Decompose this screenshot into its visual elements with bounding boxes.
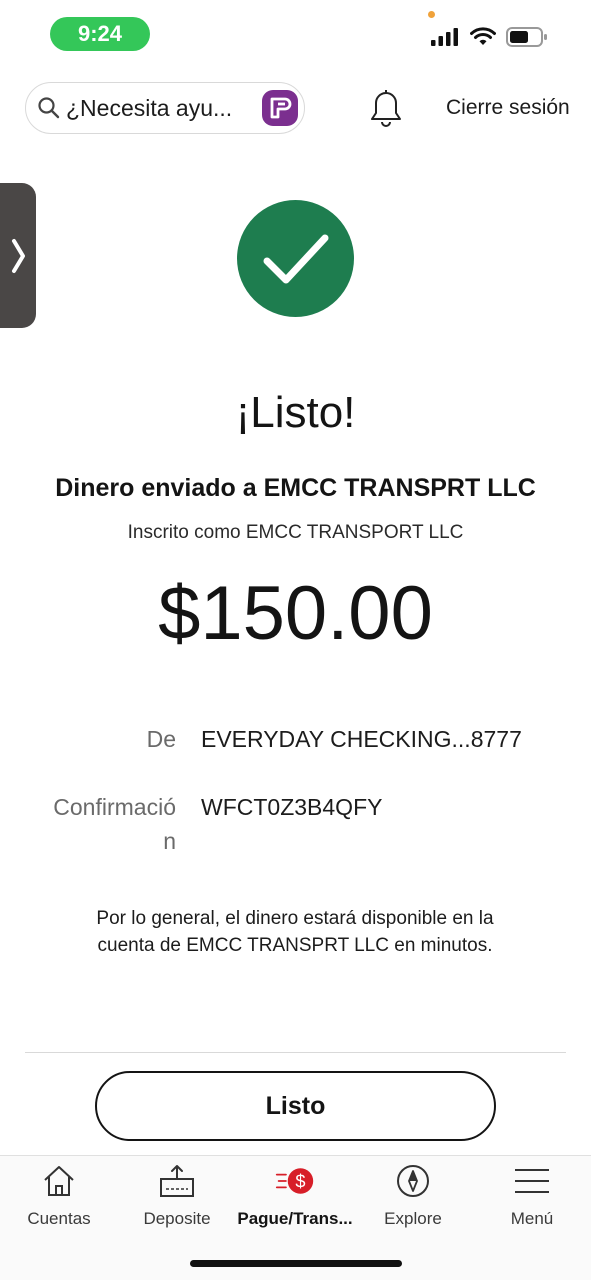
logout-link[interactable]: Cierre sesión (446, 96, 570, 120)
from-label: De (146, 726, 176, 752)
signal-icon (431, 28, 458, 46)
tab-label: Menú (510, 1209, 554, 1228)
home-icon (44, 1166, 74, 1196)
search-placeholder: ¿Necesita ayu... (66, 94, 233, 121)
tab-label: Explore (384, 1209, 442, 1228)
transfer-amount: $150.00 (158, 571, 433, 656)
confirmation-title: ¡Listo! (235, 388, 356, 437)
recipient-heading: Dinero enviado a EMCC TRANSPRT LLC (55, 474, 536, 502)
done-button[interactable]: Listo (95, 1071, 496, 1141)
chevron-right-icon (12, 238, 25, 273)
search-icon (38, 97, 60, 119)
from-account-value: EVERYDAY CHECKING...8777 (201, 726, 522, 752)
tab-pague-transfiera[interactable]: $ Pague/Trans... (236, 1162, 354, 1232)
status-time: 9:24 (50, 17, 150, 51)
menu-icon (515, 1169, 549, 1193)
tab-cuentas[interactable]: Cuentas (0, 1162, 118, 1232)
tab-deposite[interactable]: Deposite (118, 1162, 236, 1232)
battery-icon (506, 27, 547, 47)
tab-label: Cuentas (27, 1209, 91, 1228)
enrolled-as-text: Inscrito como EMCC TRANSPORT LLC (127, 522, 464, 543)
tab-label: Deposite (143, 1209, 211, 1228)
home-indicator[interactable] (190, 1260, 402, 1267)
tab-explore[interactable]: Explore (354, 1162, 472, 1232)
side-panel-tab[interactable] (0, 183, 36, 328)
help-search-bar[interactable]: ¿Necesita ayu... (25, 82, 305, 134)
compass-icon (397, 1165, 429, 1197)
assistant-icon[interactable] (262, 90, 298, 126)
privacy-indicator-dot (428, 11, 435, 18)
divider (25, 1052, 566, 1053)
pay-transfer-icon: $ (275, 1168, 314, 1194)
tab-label: Pague/Trans... (237, 1209, 353, 1228)
app-header: ¿Necesita ayu... Cierre sesión (0, 78, 591, 138)
confirmation-label: Confirmació n (53, 794, 176, 854)
deposit-icon (160, 1165, 194, 1197)
tab-menu[interactable]: Menú (473, 1162, 591, 1232)
availability-note: Por lo general, el dinero estará disponi… (96, 908, 494, 956)
svg-text:$: $ (295, 1171, 305, 1191)
status-bar: 9:24 (0, 0, 591, 70)
success-checkmark-icon (237, 200, 354, 317)
wifi-icon (470, 27, 496, 45)
bell-icon[interactable] (368, 88, 404, 128)
status-icons (430, 26, 548, 48)
confirmation-number-value: WFCT0Z3B4QFY (201, 794, 383, 820)
